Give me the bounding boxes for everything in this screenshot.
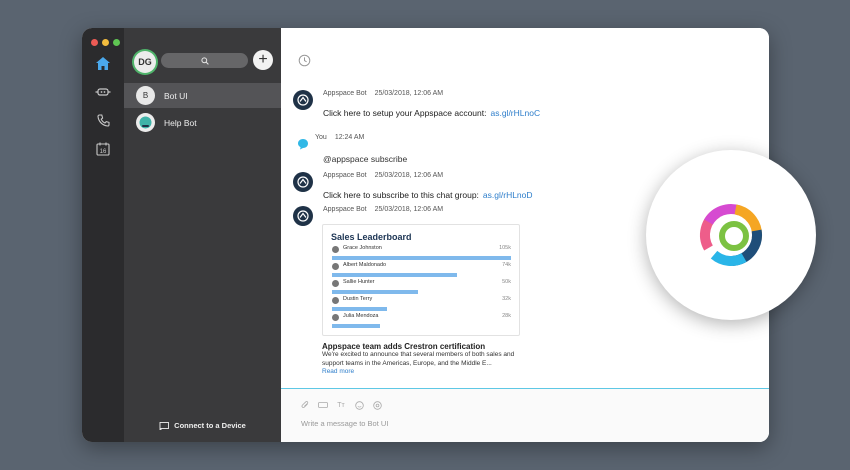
attach-icon[interactable] <box>299 399 311 411</box>
message-time: 25/03/2018, 12:06 AM <box>374 172 444 179</box>
webex-teams-logo-icon <box>700 204 762 266</box>
leaderboard-name: Albert Maldonado <box>343 262 387 268</box>
bot-icon[interactable] <box>94 83 112 101</box>
message-text: Click here to subscribe to this chat gro… <box>323 190 479 200</box>
space-avatar-initial: B <box>142 91 149 100</box>
leaderboard-bar <box>332 307 387 311</box>
leaderboard-avatar <box>332 280 339 287</box>
appspace-logo-icon <box>297 176 309 188</box>
space-label: Help Bot <box>164 117 197 128</box>
video-icon[interactable] <box>317 399 329 411</box>
text-format-icon[interactable]: Tт <box>335 399 347 411</box>
calendar-icon[interactable]: 16 <box>94 140 112 158</box>
message-text: Click here to setup your Appspace accoun… <box>323 108 487 118</box>
user-message-avatar <box>293 134 313 154</box>
message-link[interactable]: as.gl/rHLnoD <box>483 190 533 200</box>
leaderboard-value: 32k <box>502 296 511 302</box>
leaderboard-name: Julia Mendoza <box>343 313 379 319</box>
message-link[interactable]: as.gl/rHLnoC <box>490 108 540 118</box>
help-bot-icon <box>139 116 152 129</box>
nav-rail: 16 <box>82 28 124 442</box>
leaderboard-value: 74k <box>502 262 511 268</box>
leaderboard-avatar <box>332 263 339 270</box>
leaderboard-card: Sales Leaderboard Grace Johnston 105k Albe… <box>322 224 520 336</box>
leaderboard-bar <box>332 290 418 294</box>
space-item-bot-ui[interactable]: B Bot UI <box>124 83 281 108</box>
calendar-day: 16 <box>100 149 107 155</box>
user-avatar[interactable]: DG <box>134 51 156 73</box>
leaderboard-value: 50k <box>502 279 511 285</box>
search-input[interactable] <box>161 53 248 68</box>
leaderboard-name: Grace Johnston <box>343 245 382 251</box>
home-icon[interactable] <box>94 54 112 72</box>
help-bot-avatar <box>136 113 155 132</box>
add-space-button[interactable]: + <box>253 50 273 70</box>
chat-bubble-icon <box>298 139 308 150</box>
leaderboard-value: 105k <box>499 245 511 251</box>
emoji-icon[interactable] <box>353 399 365 411</box>
mention-icon[interactable] <box>371 399 383 411</box>
leaderboard-avatar <box>332 297 339 304</box>
appspace-logo-icon <box>297 94 309 106</box>
leaderboard-bar <box>332 256 511 260</box>
appspace-logo-icon <box>297 210 309 222</box>
message-time: 25/03/2018, 12:06 AM <box>374 206 444 213</box>
cast-icon <box>159 421 170 430</box>
phone-icon[interactable] <box>94 111 112 129</box>
composer-toolbar: Tт <box>299 399 383 411</box>
space-label: Bot UI <box>164 90 188 101</box>
message-text: @appspace subscribe <box>323 154 408 164</box>
spaces-panel: DG + B Bot UI Help Bot Connect to a Devi… <box>124 28 281 442</box>
connect-to-device-button[interactable]: Connect to a Device <box>124 421 281 430</box>
sender-name: Appspace Bot <box>323 90 367 97</box>
maximize-window-button[interactable] <box>113 39 120 46</box>
read-more-link[interactable]: Read more <box>322 368 354 375</box>
leaderboard-title: Sales Leaderboard <box>331 232 412 242</box>
close-window-button[interactable] <box>91 39 98 46</box>
message-time: 12:24 AM <box>334 134 365 141</box>
leaderboard-row: Julia Mendoza 28k <box>332 313 511 332</box>
message-composer: Tт Write a message to Bot UI <box>281 388 769 442</box>
news-text: We're excited to announce that several m… <box>322 351 515 367</box>
user-avatar-initials: DG <box>138 57 152 67</box>
appspace-bot-avatar <box>293 172 313 192</box>
connect-label: Connect to a Device <box>174 421 246 430</box>
appspace-bot-avatar <box>293 206 313 226</box>
leaderboard-value: 28k <box>502 313 511 319</box>
recents-icon[interactable] <box>298 54 311 72</box>
leaderboard-name: Sallie Hunter <box>343 279 375 285</box>
sender-name: Appspace Bot <box>323 172 367 179</box>
message-input[interactable]: Write a message to Bot UI <box>301 419 388 428</box>
webex-teams-logo <box>646 150 816 320</box>
space-item-help-bot[interactable]: Help Bot <box>124 110 281 135</box>
leaderboard-avatar <box>332 246 339 253</box>
sender-name: Appspace Bot <box>323 206 367 213</box>
sender-name: You <box>315 134 327 141</box>
space-avatar: B <box>136 86 155 105</box>
plus-icon: + <box>258 51 268 68</box>
leaderboard-name: Dustin Terry <box>343 296 373 302</box>
minimize-window-button[interactable] <box>102 39 109 46</box>
leaderboard-bar <box>332 273 457 277</box>
appspace-bot-avatar <box>293 90 313 110</box>
search-icon <box>200 56 209 65</box>
message-time: 25/03/2018, 12:06 AM <box>374 90 444 97</box>
leaderboard-bar <box>332 324 380 328</box>
text-format-label: Tт <box>337 401 345 409</box>
leaderboard-avatar <box>332 314 339 321</box>
news-title: Appspace team adds Crestron certificatio… <box>322 342 486 351</box>
